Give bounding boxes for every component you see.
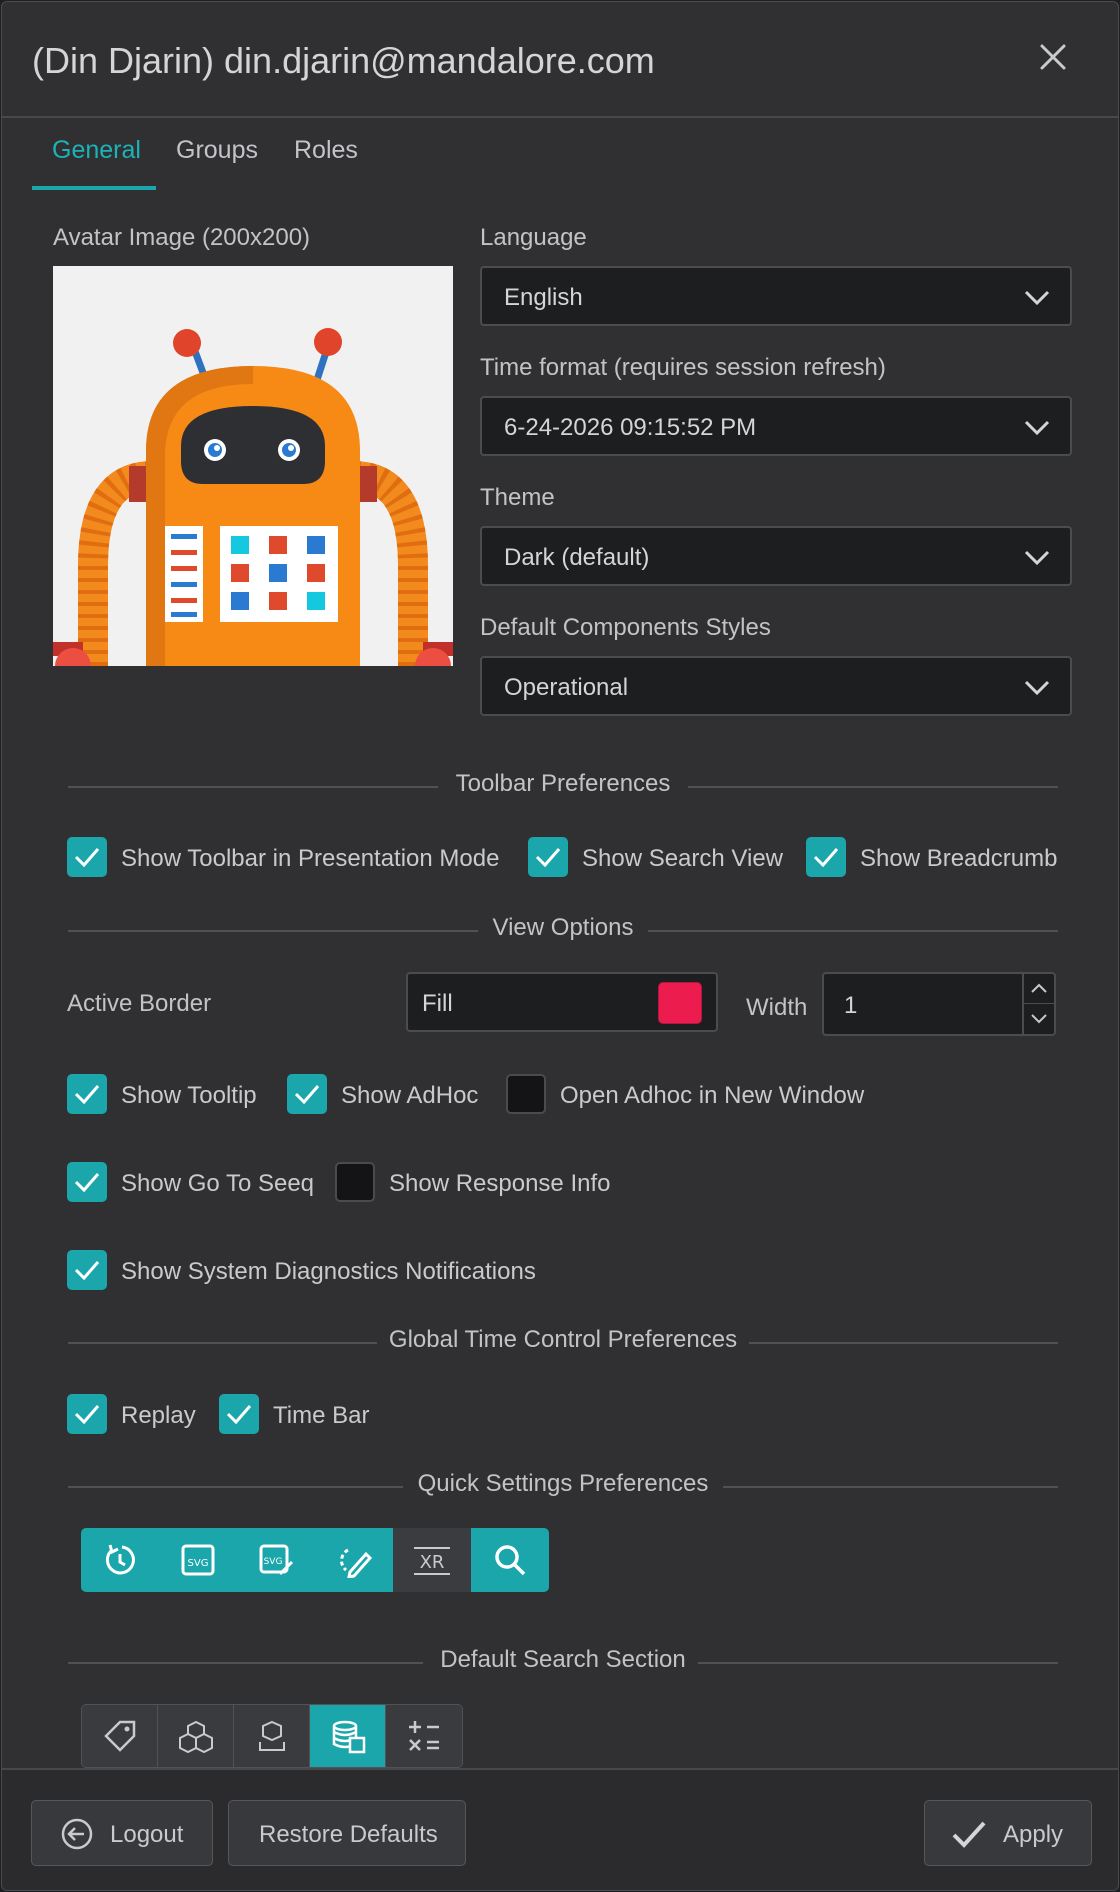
avatar-label: Avatar Image (200x200) — [53, 224, 311, 251]
svg-text:SVG: SVG — [188, 1558, 209, 1569]
theme-select[interactable]: Dark (default) — [480, 526, 1072, 586]
active-tab-indicator — [32, 186, 156, 190]
quick-svg-edit-button[interactable]: SVG — [237, 1528, 315, 1592]
quick-edit-mode-button[interactable] — [315, 1528, 393, 1592]
search-asset-button[interactable] — [234, 1705, 310, 1767]
replay-icon — [105, 1544, 135, 1575]
section-title: Quick Settings Preferences — [405, 1470, 721, 1497]
dialog-header: (Din Djarin) din.djarin@mandalore.com — [2, 2, 1118, 118]
time-format-value: 6-24-2026 09:15:52 PM — [504, 414, 757, 441]
dialog-footer: Logout Restore Defaults Apply — [2, 1768, 1118, 1890]
language-value: English — [504, 284, 583, 311]
close-icon[interactable] — [1036, 40, 1070, 74]
section-default-search: Default Search Section — [68, 1646, 1058, 1678]
edit-mode-icon — [340, 1548, 372, 1578]
search-icon — [495, 1545, 526, 1576]
fill-value: Fill — [422, 990, 453, 1017]
language-label: Language — [480, 224, 587, 251]
xr-icon: XR — [414, 1547, 450, 1575]
component-styles-label: Default Components Styles — [480, 614, 771, 641]
chevron-down-icon — [1024, 420, 1050, 436]
chevron-up-icon — [1031, 983, 1047, 993]
tab-general[interactable]: General — [52, 136, 141, 165]
database-icon — [332, 1720, 365, 1754]
search-cubes-button[interactable] — [158, 1705, 234, 1767]
tag-icon — [103, 1720, 135, 1752]
chevron-down-icon — [1031, 1014, 1047, 1024]
section-time-control: Global Time Control Preferences — [68, 1326, 1058, 1358]
section-title: View Options — [480, 914, 646, 941]
chevron-down-icon — [1024, 290, 1050, 306]
chevron-down-icon — [1024, 550, 1050, 566]
border-fill-input[interactable]: Fill — [406, 972, 718, 1032]
decrement-button[interactable] — [1022, 1004, 1054, 1034]
logout-icon — [61, 1818, 93, 1850]
logout-button[interactable]: Logout — [31, 1800, 213, 1866]
section-title: Toolbar Preferences — [443, 770, 683, 797]
component-styles-select[interactable]: Operational — [480, 656, 1072, 716]
time-format-label: Time format (requires session refresh) — [480, 354, 886, 381]
svg-text:SVG: SVG — [264, 1557, 283, 1567]
svg-edit-icon: SVG — [259, 1544, 294, 1576]
width-label: Width — [746, 994, 808, 1021]
quick-replay-button[interactable] — [81, 1528, 159, 1592]
dialog-title: (Din Djarin) din.djarin@mandalore.com — [32, 40, 655, 81]
width-stepper[interactable]: 1 — [822, 972, 1056, 1036]
user-preferences-dialog: (Din Djarin) din.djarin@mandalore.com Ge… — [1, 1, 1119, 1891]
tab-groups[interactable]: Groups — [176, 136, 258, 165]
search-database-button[interactable] — [310, 1705, 386, 1767]
time-format-select[interactable]: 6-24-2026 09:15:52 PM — [480, 396, 1072, 456]
section-title: Default Search Section — [428, 1646, 698, 1673]
avatar-image[interactable] — [53, 266, 453, 666]
quick-search-button[interactable] — [471, 1528, 549, 1592]
quick-xr-button[interactable]: XR — [393, 1528, 471, 1592]
cubes-icon — [178, 1720, 213, 1754]
tab-roles[interactable]: Roles — [294, 136, 358, 165]
section-view-options: View Options — [68, 914, 1058, 946]
search-tag-button[interactable] — [82, 1705, 158, 1767]
chevron-down-icon — [1024, 680, 1050, 696]
color-swatch[interactable] — [658, 982, 702, 1024]
component-styles-value: Operational — [504, 674, 629, 701]
section-toolbar-preferences: Toolbar Preferences — [68, 770, 1058, 802]
theme-label: Theme — [480, 484, 555, 511]
search-section-toolbar — [81, 1704, 463, 1768]
quick-svg-button[interactable]: SVG — [159, 1528, 237, 1592]
calculator-icon — [409, 1721, 439, 1751]
search-calculator-button[interactable] — [386, 1705, 462, 1767]
svg-text:XR: XR — [420, 1552, 445, 1573]
restore-defaults-button[interactable]: Restore Defaults — [228, 1800, 466, 1866]
section-quick-settings: Quick Settings Preferences — [68, 1470, 1058, 1502]
check-icon — [952, 1821, 986, 1848]
active-border-label: Active Border — [67, 990, 212, 1017]
increment-button[interactable] — [1022, 974, 1054, 1004]
apply-button[interactable]: Apply — [924, 1800, 1092, 1866]
robot-avatar-icon — [53, 266, 453, 666]
svg-file-icon: SVG — [181, 1544, 215, 1576]
asset-icon — [258, 1720, 285, 1751]
width-value: 1 — [844, 992, 858, 1019]
theme-value: Dark (default) — [504, 544, 650, 571]
quick-settings-toolbar: SVG SVG XR — [81, 1528, 549, 1592]
section-title: Global Time Control Preferences — [376, 1326, 750, 1353]
language-select[interactable]: English — [480, 266, 1072, 326]
